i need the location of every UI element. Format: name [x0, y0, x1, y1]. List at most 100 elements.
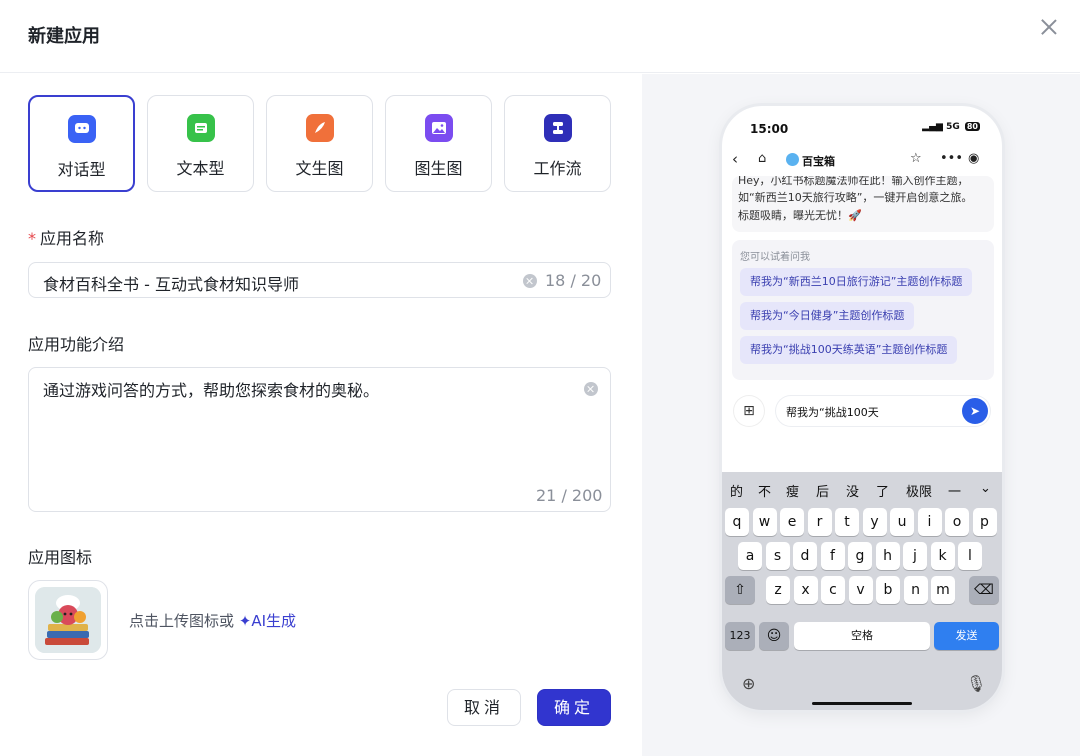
chat-line: Hey，小红书标题魔法师在此！输入创作主题， [738, 176, 969, 187]
ai-generate-link[interactable]: ✦AI生成 [239, 612, 296, 630]
upload-hint: 点击上传图标或 ✦AI生成 [129, 612, 297, 630]
status-time: 15:00 [750, 122, 789, 136]
clear-icon[interactable] [584, 382, 598, 396]
type-label: 对话型 [57, 160, 106, 179]
image-icon [424, 114, 453, 142]
type-label: 文本型 [176, 159, 225, 178]
key-v[interactable]: v [848, 576, 873, 604]
candidate[interactable]: 瘦 [786, 481, 799, 500]
suggestion-item[interactable]: 帮我为“挑战100天练英语”主题创作标题 [740, 336, 958, 364]
chat-message: Hey，小红书标题魔法师在此！输入创作主题， 如“新西兰10天旅行攻略”，一键开… [732, 176, 994, 232]
key-d[interactable]: d [793, 542, 817, 570]
key-c[interactable]: c [821, 576, 845, 604]
globe-icon[interactable]: ⊕ [742, 674, 755, 693]
app-icon-image [35, 587, 101, 653]
app-description-value: 通过游戏问答的方式，帮助您探索食材的奥秘。 [43, 381, 380, 400]
key-g[interactable]: g [848, 542, 872, 570]
key-a[interactable]: a [738, 542, 762, 570]
back-icon[interactable]: ‹ [732, 150, 738, 168]
brush-icon [305, 114, 334, 142]
space-key[interactable]: 空格 [794, 622, 930, 650]
app-logo-icon [786, 153, 799, 166]
key-y[interactable]: y [862, 508, 887, 536]
key-n[interactable]: n [903, 576, 928, 604]
suggestion-panel: 您可以试着问我 帮我为“新西兰10日旅行游记”主题创作标题 帮我为“今日健身”主… [732, 240, 994, 380]
suggestion-item[interactable]: 帮我为“今日健身”主题创作标题 [740, 302, 915, 330]
chevron-down-icon[interactable]: ⌄ [980, 481, 991, 496]
dialog-header: 新建应用 [0, 0, 1080, 73]
key-p[interactable]: p [972, 508, 997, 536]
emoji-icon[interactable]: ☺ [759, 622, 789, 650]
dialog-title: 新建应用 [28, 26, 100, 47]
type-label: 文生图 [295, 159, 344, 178]
cancel-button[interactable]: 取消 [447, 689, 521, 726]
key-l[interactable]: l [958, 542, 982, 570]
toolbox-icon[interactable]: ⊞ [734, 396, 764, 426]
key-x[interactable]: x [793, 576, 818, 604]
key-o[interactable]: o [945, 508, 969, 536]
suggestion-title: 您可以试着问我 [740, 252, 810, 263]
phone-input-row: ⊞ 帮我为“挑战100天 ➤ [722, 396, 1002, 436]
home-icon[interactable]: ⌂ [758, 150, 766, 168]
record-icon[interactable]: ◉ [968, 150, 979, 168]
clear-icon[interactable] [523, 274, 537, 288]
chat-line: 标题吸睛，曝光无忧！🚀 [738, 209, 862, 222]
preview-panel: 15:00 ▂▄▆ 5G 80 ‹ ⌂ 百宝箱 ☆ ••• ◉ Hey，小红书标… [642, 74, 1080, 756]
workflow-icon [543, 114, 572, 142]
type-card-workflow[interactable]: 工作流 [504, 95, 611, 192]
backspace-key[interactable]: ⌫ [969, 576, 999, 604]
microphone-icon[interactable]: 🎙 [966, 674, 986, 693]
candidate[interactable]: 一 [948, 481, 961, 500]
close-icon[interactable] [1036, 14, 1062, 40]
key-e[interactable]: e [780, 508, 804, 536]
chat-line: 如“新西兰10天旅行攻略”，一键开启创意之旅。 [738, 191, 973, 204]
app-name: 百宝箱 [802, 155, 835, 168]
candidate[interactable]: 了 [876, 481, 889, 500]
app-icon-upload[interactable] [28, 580, 108, 660]
star-icon[interactable]: ☆ [910, 150, 922, 168]
type-label: 图生图 [414, 159, 463, 178]
key-i[interactable]: i [917, 508, 942, 536]
key-u[interactable]: u [890, 508, 914, 536]
key-w[interactable]: w [752, 508, 777, 536]
type-card-chat[interactable]: 对话型 [28, 95, 135, 192]
required-mark: * [28, 229, 36, 248]
type-card-text[interactable]: 文本型 [147, 95, 254, 192]
key-b[interactable]: b [876, 576, 900, 604]
key-s[interactable]: s [765, 542, 790, 570]
key-m[interactable]: m [931, 576, 955, 604]
numbers-key[interactable]: 123 [725, 622, 755, 650]
app-name-input[interactable]: 食材百科全书 - 互动式食材知识导师 18 / 20 [28, 262, 611, 298]
chat-bubble-icon [67, 115, 96, 143]
candidate[interactable]: 的 [730, 481, 743, 500]
app-type-selector: 对话型 文本型 文生图 图生图 工作流 [28, 95, 612, 192]
name-char-counter: 18 / 20 [545, 271, 602, 290]
battery-icon: 80 [964, 122, 980, 131]
app-description-textarea[interactable]: 通过游戏问答的方式，帮助您探索食材的奥秘。 21 / 200 [28, 367, 611, 512]
key-k[interactable]: k [930, 542, 955, 570]
shift-key[interactable]: ⇧ [725, 576, 755, 604]
type-card-text-to-image[interactable]: 文生图 [266, 95, 373, 192]
key-j[interactable]: j [903, 542, 927, 570]
key-f[interactable]: f [820, 542, 845, 570]
key-z[interactable]: z [766, 576, 790, 604]
phone-preview: 15:00 ▂▄▆ 5G 80 ‹ ⌂ 百宝箱 ☆ ••• ◉ Hey，小红书标… [722, 106, 1002, 710]
key-r[interactable]: r [807, 508, 832, 536]
more-icon[interactable]: ••• [940, 150, 963, 168]
suggestion-item[interactable]: 帮我为“新西兰10日旅行游记”主题创作标题 [740, 268, 973, 296]
key-h[interactable]: h [875, 542, 900, 570]
text-doc-icon [186, 114, 215, 142]
send-icon[interactable]: ➤ [962, 398, 988, 424]
phone-keyboard: 的 不 瘦 后 没 了 极限 一 ⌄ qwertyuiop asdfghjkl … [722, 472, 1002, 710]
desc-field-label: 应用功能介绍 [28, 335, 125, 354]
candidate[interactable]: 不 [758, 481, 771, 500]
key-t[interactable]: t [835, 508, 859, 536]
candidate[interactable]: 没 [846, 481, 859, 500]
key-q[interactable]: q [725, 508, 749, 536]
candidate[interactable]: 后 [816, 481, 829, 500]
candidate[interactable]: 极限 [906, 481, 932, 500]
type-card-image-to-image[interactable]: 图生图 [385, 95, 492, 192]
send-key[interactable]: 发送 [934, 622, 999, 650]
phone-chat-input[interactable]: 帮我为“挑战100天 ➤ [776, 396, 990, 426]
confirm-button[interactable]: 确定 [537, 689, 611, 726]
